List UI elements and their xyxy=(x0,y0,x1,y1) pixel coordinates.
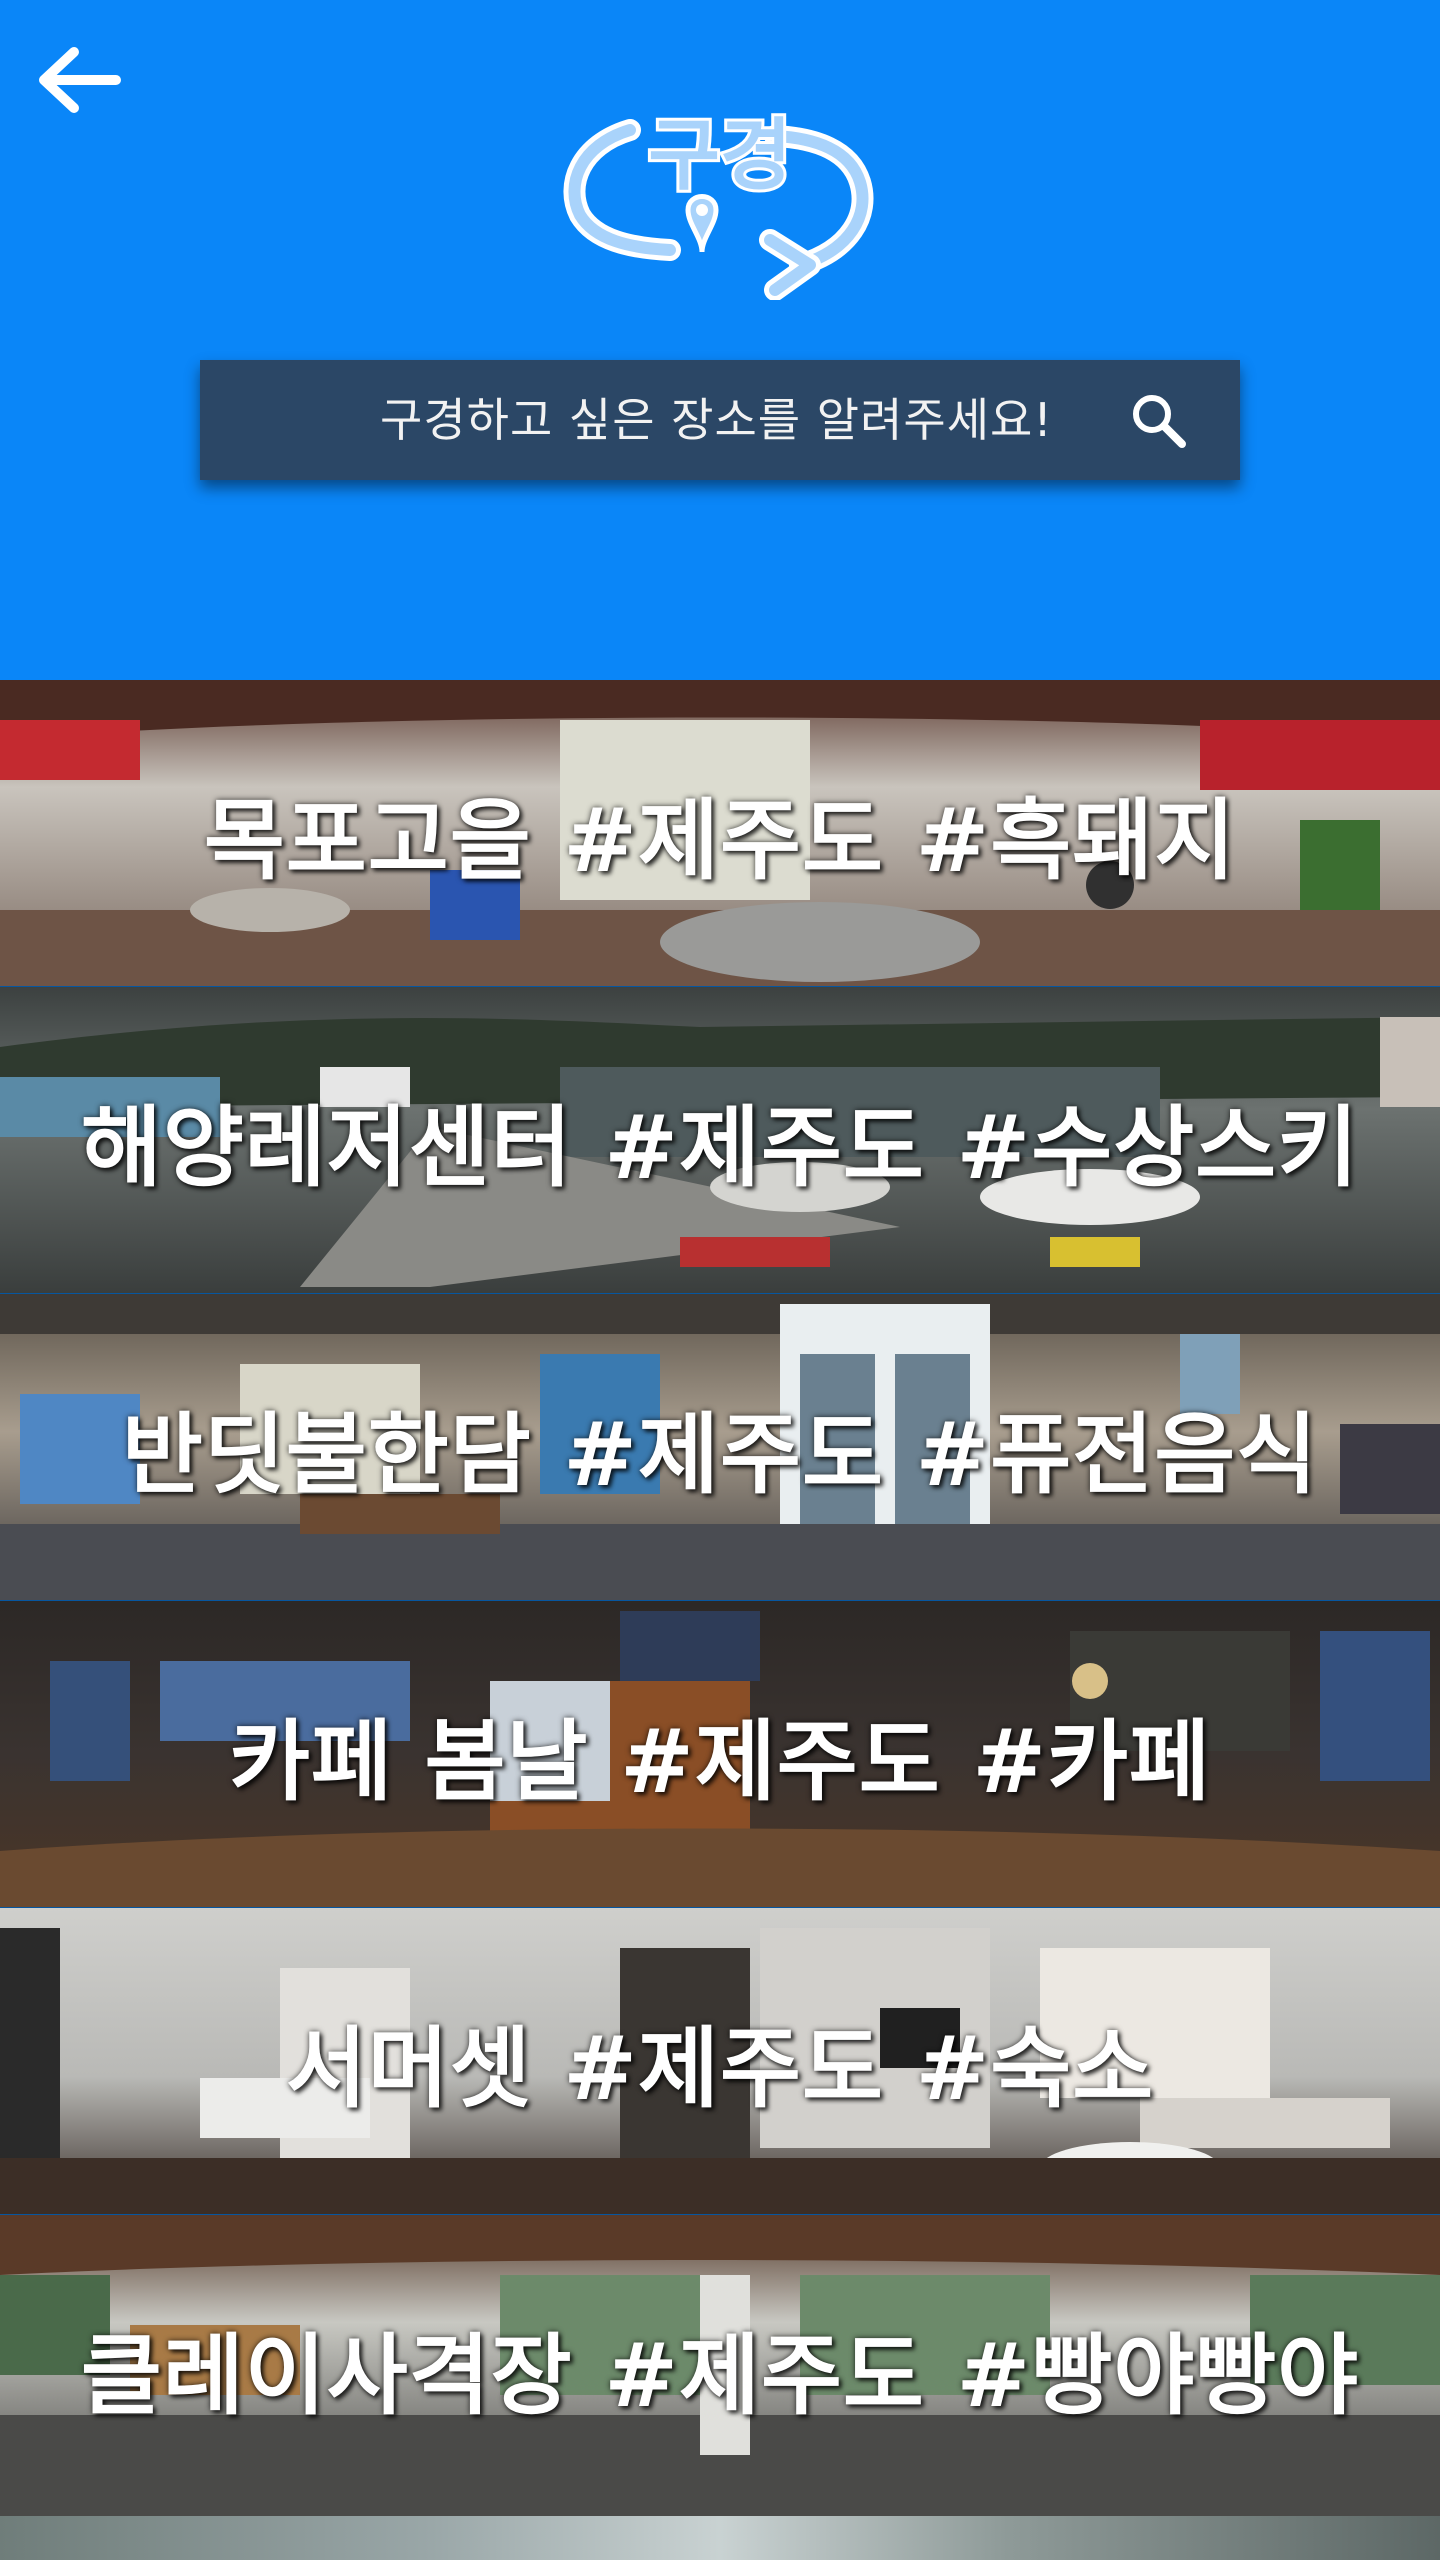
arrow-left-icon xyxy=(39,47,121,113)
place-item-mokpo[interactable]: 목포고을 #제주도 #흑돼지 xyxy=(0,680,1440,987)
search-input[interactable]: 구경하고 싶은 장소를 알려주세요! xyxy=(380,360,1053,480)
search-bar[interactable]: 구경하고 싶은 장소를 알려주세요! xyxy=(200,360,1240,480)
logo-text: 구경 xyxy=(648,111,792,201)
app-logo: 구경 xyxy=(560,90,880,301)
map-pin-icon xyxy=(685,194,719,253)
place-list: 목포고을 #제주도 #흑돼지 해양레저센터 #제주도 #수상스키 반딧불한담 #… xyxy=(0,680,1440,2522)
app-header: 구경 구경하고 싶은 장소를 알려주세요! xyxy=(0,0,1440,680)
place-label: 서머셋 #제주도 #숙소 xyxy=(285,2016,1155,2120)
place-label: 카페 봄날 #제주도 #카페 xyxy=(228,1709,1212,1813)
place-item-marine-leisure[interactable]: 해양레저센터 #제주도 #수상스키 xyxy=(0,987,1440,1294)
place-label: 클레이사격장 #제주도 #빵야빵야 xyxy=(80,2323,1360,2427)
place-item-clay-shooting[interactable]: 클레이사격장 #제주도 #빵야빵야 xyxy=(0,2215,1440,2522)
back-button[interactable] xyxy=(38,44,122,116)
place-item-summerset[interactable]: 서머셋 #제주도 #숙소 xyxy=(0,1908,1440,2215)
place-label: 반딧불한담 #제주도 #퓨전음식 xyxy=(121,1402,1319,1506)
search-icon[interactable] xyxy=(1128,390,1188,450)
place-item-partial[interactable] xyxy=(0,2516,1440,2560)
place-item-bandit[interactable]: 반딧불한담 #제주도 #퓨전음식 xyxy=(0,1294,1440,1601)
place-label: 목포고을 #제주도 #흑돼지 xyxy=(203,788,1237,892)
place-item-cafe-bomnal[interactable]: 카페 봄날 #제주도 #카페 xyxy=(0,1601,1440,1908)
place-label: 해양레저센터 #제주도 #수상스키 xyxy=(80,1095,1360,1199)
